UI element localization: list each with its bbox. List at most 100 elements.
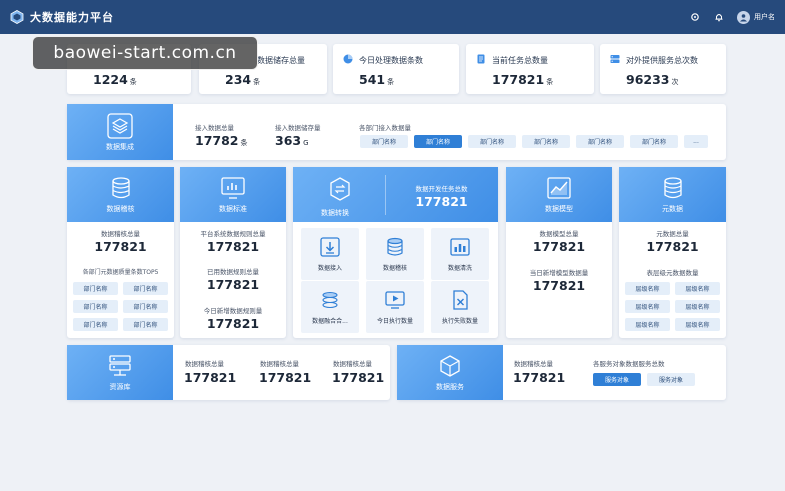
data-model-card: 数据模型 数据模型总量 177821 当日新增模型数据量 177821 bbox=[506, 167, 612, 338]
metadata-header[interactable]: 元数据 bbox=[619, 167, 726, 222]
settings-icon[interactable] bbox=[689, 11, 701, 23]
dept-chip[interactable]: 部门名称 bbox=[360, 135, 408, 148]
user-name: 用户名 bbox=[754, 13, 775, 21]
resource-library-panel: 资源库 数据稽核总量 177821 数据稽核总量 177821 数据稽核总量 1… bbox=[67, 345, 390, 400]
storage-label: 接入数据储存量 bbox=[275, 124, 321, 132]
bar-chart-icon bbox=[450, 238, 470, 256]
data-service-header[interactable]: 数据服务 bbox=[397, 345, 503, 400]
tile-label: 数据接入 bbox=[317, 265, 342, 272]
more-chip[interactable]: ... bbox=[684, 135, 708, 148]
storage-value: 363 G bbox=[275, 133, 309, 148]
dept-chip[interactable]: 部门名称 bbox=[73, 282, 118, 295]
dept-chip[interactable]: 部门名称 bbox=[630, 135, 678, 148]
rule-new-value: 177821 bbox=[206, 316, 260, 331]
data-integration-panel: 数据集成 接入数据总量 17782 条 接入数据储存量 363 G 各部门接入数据量… bbox=[67, 104, 726, 160]
module-label: 数据模型 bbox=[545, 205, 573, 213]
stat-value: 1224 条 bbox=[93, 72, 137, 87]
tile-data-clean[interactable]: 数据清洗 bbox=[431, 228, 489, 280]
metadata-card: 元数据 元数据总量 177821 表层级元数据数量 层级名称 层级名称 层级名称… bbox=[619, 167, 726, 338]
monitor-chart-icon bbox=[221, 177, 245, 199]
service-object-chip[interactable]: 服务对象 bbox=[647, 373, 695, 386]
data-standard-header[interactable]: 数据标准 bbox=[180, 167, 286, 222]
dept-chip[interactable]: 部门名称 bbox=[576, 135, 624, 148]
level-chip[interactable]: 层级名称 bbox=[625, 318, 670, 331]
tile-data-audit[interactable]: 数据稽核 bbox=[366, 228, 424, 280]
data-audit-header[interactable]: 数据稽核 bbox=[67, 167, 174, 222]
server-icon bbox=[610, 55, 620, 63]
module-label: 数据集成 bbox=[106, 142, 134, 151]
data-model-header[interactable]: 数据模型 bbox=[506, 167, 612, 222]
file-error-icon bbox=[453, 290, 468, 310]
database-icon bbox=[663, 177, 682, 199]
database-icon bbox=[111, 177, 130, 199]
model-total-label: 数据模型总量 bbox=[539, 230, 579, 238]
resource-value: 177821 bbox=[184, 370, 237, 385]
user-menu[interactable]: 用户名 bbox=[737, 10, 775, 24]
resource-library-header[interactable]: 资源库 bbox=[67, 345, 173, 400]
meta-level-label: 表层级元数据数量 bbox=[646, 269, 699, 277]
dept-chip[interactable]: 部门名称 bbox=[73, 318, 118, 331]
model-new-value: 177821 bbox=[532, 278, 586, 293]
tile-today-exec[interactable]: 今日执行数量 bbox=[366, 281, 424, 333]
stat-value: 96233 次 bbox=[626, 72, 679, 87]
tile-label: 数据融合合... bbox=[312, 318, 348, 325]
module-label: 数据转换 bbox=[321, 209, 349, 217]
play-screen-icon bbox=[385, 291, 405, 309]
meta-total-value: 177821 bbox=[646, 239, 699, 254]
level-chip[interactable]: 层级名称 bbox=[675, 282, 720, 295]
document-icon bbox=[477, 54, 485, 64]
tile-label: 今日执行数量 bbox=[376, 318, 413, 325]
task-total-value: 177821 bbox=[415, 194, 468, 209]
task-total-label: 数据开发任务总数 bbox=[415, 185, 468, 193]
dept-chip[interactable]: 部门名称 bbox=[123, 318, 168, 331]
tile-data-merge[interactable]: 数据融合合... bbox=[301, 281, 359, 333]
stat-title: 对外提供服务总次数 bbox=[626, 56, 698, 65]
data-audit-card: 数据稽核 数据稽核总量 177821 各部门元数据质量条数TOP5 部门名称 部… bbox=[67, 167, 174, 338]
stat-card-today: 今日处理数据条数 541 条 bbox=[333, 44, 459, 94]
stat-value: 234 条 bbox=[225, 72, 261, 87]
resource-label: 数据稽核总量 bbox=[260, 360, 299, 368]
download-icon bbox=[320, 237, 340, 257]
dept-chip[interactable]: 部门名称 bbox=[73, 300, 118, 313]
rule-total-label: 平台系统数据规则总量 bbox=[200, 230, 266, 238]
watermark-overlay: baowei-start.com.cn bbox=[32, 36, 258, 70]
service-object-chip-active[interactable]: 服务对象 bbox=[593, 373, 641, 386]
convert-icon bbox=[330, 177, 350, 201]
module-label: 资源库 bbox=[109, 383, 131, 391]
module-label: 数据标准 bbox=[219, 205, 247, 213]
meta-total-label: 元数据总量 bbox=[656, 230, 689, 238]
stat-title: 数据储存总量 bbox=[257, 56, 305, 65]
level-chip[interactable]: 层级名称 bbox=[625, 282, 670, 295]
stat-value: 541 条 bbox=[359, 72, 395, 87]
data-standard-card: 数据标准 平台系统数据规则总量 177821 已用数据规则总量 177821 今… bbox=[180, 167, 286, 338]
dept-label: 各部门接入数据量 bbox=[359, 124, 411, 132]
tile-label: 数据清洗 bbox=[447, 265, 472, 272]
resource-label: 数据稽核总量 bbox=[333, 360, 372, 368]
dept-chip[interactable]: 部门名称 bbox=[123, 282, 168, 295]
resource-label: 数据稽核总量 bbox=[185, 360, 224, 368]
module-label: 元数据 bbox=[662, 205, 683, 213]
audit-total-value: 177821 bbox=[94, 239, 147, 254]
app-title: 大数据能力平台 bbox=[30, 11, 114, 24]
tile-exec-fail[interactable]: 执行失败数量 bbox=[431, 281, 489, 333]
cube-icon bbox=[440, 355, 460, 377]
database-icon bbox=[387, 237, 403, 256]
dept-chip-active[interactable]: 部门名称 bbox=[414, 135, 462, 148]
dept-chip[interactable]: 部门名称 bbox=[468, 135, 516, 148]
rule-used-value: 177821 bbox=[206, 277, 260, 292]
resource-value: 177821 bbox=[259, 370, 312, 385]
tile-data-access[interactable]: 数据接入 bbox=[301, 228, 359, 280]
dept-chip[interactable]: 部门名称 bbox=[123, 300, 168, 313]
level-chip[interactable]: 层级名称 bbox=[675, 318, 720, 331]
top-bar: 大数据能力平台 用户名 bbox=[0, 0, 785, 34]
line-chart-icon bbox=[547, 177, 571, 199]
dept-chip[interactable]: 部门名称 bbox=[522, 135, 570, 148]
rule-used-label: 已用数据规则总量 bbox=[207, 268, 259, 276]
level-chip[interactable]: 层级名称 bbox=[675, 300, 720, 313]
service-object-label: 各服务对象数据服务总数 bbox=[593, 360, 665, 368]
data-integration-header[interactable]: 数据集成 bbox=[67, 104, 173, 160]
level-chip[interactable]: 层级名称 bbox=[625, 300, 670, 313]
platform-logo-icon bbox=[10, 10, 24, 24]
bell-icon[interactable] bbox=[713, 11, 725, 23]
data-service-panel: 数据服务 数据稽核总量 177821 各服务对象数据服务总数 服务对象 服务对象 bbox=[397, 345, 726, 400]
